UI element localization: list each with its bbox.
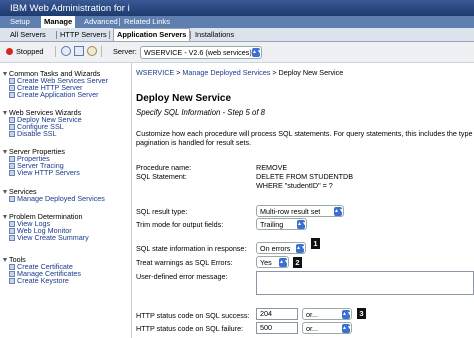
wizard-icon — [9, 131, 15, 137]
left-nav: Common Tasks and Wizards Create Web Serv… — [0, 63, 132, 338]
chevron-down-icon: ▲▼ — [342, 310, 352, 319]
server-bar: Stopped Server: WSERVICE - V2.6 (web ser… — [0, 42, 474, 63]
wizard-icon — [9, 92, 15, 98]
collapse-icon — [3, 72, 7, 77]
restart-server-icon[interactable] — [87, 46, 97, 56]
stop-server-icon[interactable] — [74, 46, 84, 56]
sql-result-type-value: Multi-row result set — [260, 207, 321, 216]
procedure-name-value: REMOVE — [256, 163, 288, 172]
keystore-icon — [9, 278, 15, 284]
page-description-line2: pagination is handled for result sets. — [136, 138, 252, 147]
callout-badge-2: 2 — [293, 257, 302, 268]
http-failure-select-value: or... — [306, 324, 318, 333]
services-icon — [9, 196, 15, 202]
server-select[interactable]: WSERVICE - V2.6 (web services) ▲▼ — [140, 46, 262, 59]
start-server-icon[interactable] — [61, 46, 71, 56]
toolbar-divider — [55, 46, 56, 57]
tab-row: All Servers HTTP Servers Application Ser… — [0, 28, 474, 42]
http-failure-select[interactable]: or... ▲▼ — [302, 322, 352, 334]
tab-application-servers[interactable]: Application Servers — [113, 28, 191, 41]
nav-link-manage-deployed-services[interactable]: Manage Deployed Services — [9, 194, 105, 203]
tab-http-servers[interactable]: HTTP Servers — [60, 29, 107, 41]
server-icon — [9, 170, 15, 176]
top-nav: Setup Manage Advanced Related Links — [0, 16, 474, 28]
server-select-value: WSERVICE - V2.6 (web services) — [144, 48, 252, 57]
sql-state-select[interactable]: On errors ▲▼ — [256, 242, 306, 254]
nav-link-label: Create Application Server — [17, 90, 99, 99]
trim-mode-select[interactable]: Trailing ▲▼ — [256, 218, 307, 230]
trim-mode-value: Trailing — [260, 220, 284, 229]
chevron-down-icon: ▲▼ — [279, 258, 289, 267]
trim-mode-label: Trim mode for output fields: — [136, 220, 224, 229]
collapse-icon — [3, 258, 7, 263]
tab-installations[interactable]: Installations — [195, 29, 234, 41]
breadcrumb-separator: > — [176, 68, 181, 77]
collapse-icon — [3, 111, 7, 116]
breadcrumb-current: Deploy New Service — [278, 68, 344, 77]
callout-badge-1: 1 — [311, 238, 320, 249]
nav-link-disable-ssl[interactable]: Disable SSL — [9, 129, 57, 138]
collapse-icon — [3, 150, 7, 155]
nav-link-label: View Create Summary — [17, 233, 89, 242]
nav-link-label: View HTTP Servers — [17, 168, 80, 177]
chevron-down-icon: ▲▼ — [297, 220, 307, 229]
chevron-down-icon: ▲▼ — [334, 207, 344, 216]
breadcrumb-manage-link[interactable]: Manage Deployed Services — [182, 68, 270, 77]
nav-link-view-http-servers[interactable]: View HTTP Servers — [9, 168, 80, 177]
http-success-label: HTTP status code on SQL success: — [136, 311, 250, 320]
summary-icon — [9, 235, 15, 241]
treat-warnings-label: Treat warnings as SQL Errors: — [136, 258, 233, 267]
server-label: Server: — [113, 47, 137, 56]
tab-divider — [56, 31, 57, 39]
procedure-name-label: Procedure name: — [136, 163, 192, 172]
nav-related-links[interactable]: Related Links — [124, 16, 170, 28]
nav-link-view-create-summary[interactable]: View Create Summary — [9, 233, 89, 242]
nav-link-label: Create Keystore — [17, 276, 69, 285]
http-failure-input[interactable]: 500 — [256, 322, 298, 334]
sql-statement-line1: DELETE FROM STUDENTDB — [256, 172, 354, 181]
toolbar-divider — [101, 46, 102, 57]
title-bar: IBM Web Administration for i — [0, 0, 474, 16]
sql-state-value: On errors — [260, 244, 291, 253]
http-success-input[interactable]: 204 — [256, 308, 298, 320]
sql-result-type-select[interactable]: Multi-row result set ▲▼ — [256, 205, 344, 217]
app-title: IBM Web Administration for i — [10, 3, 130, 14]
http-success-select-value: or... — [306, 310, 318, 319]
breadcrumb-server-link[interactable]: WSERVICE — [136, 68, 174, 77]
sql-state-label: SQL state information in response: — [136, 244, 247, 253]
server-status: Stopped — [16, 47, 44, 56]
http-success-select[interactable]: or... ▲▼ — [302, 308, 352, 320]
nav-link-label: Disable SSL — [17, 129, 57, 138]
chevron-down-icon: ▲▼ — [296, 244, 306, 253]
nav-divider — [119, 18, 120, 26]
tab-all-servers[interactable]: All Servers — [10, 29, 46, 41]
nav-manage[interactable]: Manage — [41, 16, 76, 28]
tab-divider — [190, 31, 191, 39]
breadcrumb-separator: > — [272, 68, 277, 77]
page-title: Deploy New Service — [136, 93, 232, 104]
callout-badge-3: 3 — [357, 308, 366, 319]
treat-warnings-select[interactable]: Yes ▲▼ — [256, 256, 289, 268]
breadcrumb: WSERVICE > Manage Deployed Services > De… — [136, 68, 343, 77]
collapse-icon — [3, 190, 7, 195]
nav-setup[interactable]: Setup — [10, 16, 30, 28]
treat-warnings-value: Yes — [260, 258, 272, 267]
sql-result-type-label: SQL result type: — [136, 207, 188, 216]
nav-advanced[interactable]: Advanced — [84, 16, 118, 28]
http-failure-label: HTTP status code on SQL failure: — [136, 324, 244, 333]
chevron-down-icon: ▲▼ — [252, 48, 262, 57]
nav-link-create-application-server[interactable]: Create Application Server — [9, 90, 99, 99]
stopped-status-icon — [6, 48, 13, 55]
tab-divider — [109, 31, 110, 39]
nav-link-create-keystore[interactable]: Create Keystore — [9, 276, 69, 285]
chevron-down-icon: ▲▼ — [342, 324, 352, 333]
sql-statement-line2: WHERE "studentID" = ? — [256, 181, 333, 190]
nav-link-label: Manage Deployed Services — [17, 194, 105, 203]
sql-statement-label: SQL Statement: — [136, 172, 187, 181]
collapse-icon — [3, 215, 7, 220]
page-description-line1: Customize how each procedure will proces… — [136, 129, 473, 138]
user-error-input[interactable] — [256, 271, 474, 295]
page-subtitle: Specify SQL Information - Step 5 of 8 — [136, 108, 266, 117]
user-error-label: User-defined error message: — [136, 272, 228, 281]
